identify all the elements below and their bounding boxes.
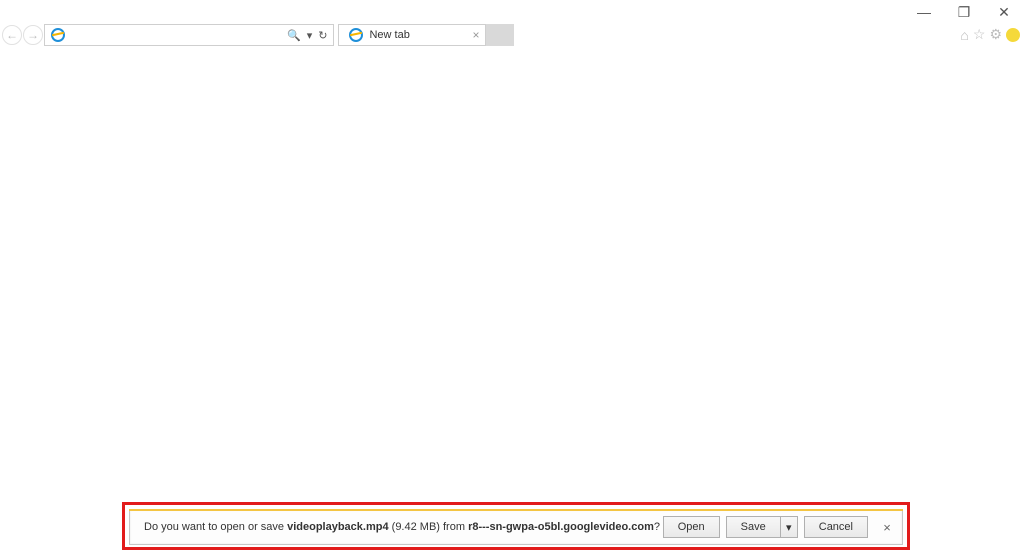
download-suffix: ?: [654, 521, 660, 533]
download-from: from: [443, 521, 468, 533]
download-size: (9.42 MB): [389, 521, 443, 533]
save-button[interactable]: Save: [726, 516, 780, 538]
download-close-icon[interactable]: ×: [878, 520, 896, 535]
minimize-button[interactable]: —: [904, 0, 944, 24]
restore-button[interactable]: ❐: [944, 0, 984, 24]
download-highlight: Do you want to open or save videoplaybac…: [122, 502, 910, 550]
download-host: r8---sn-gwpa-o5bl.googlevideo.com: [468, 521, 654, 533]
new-tab-button[interactable]: [486, 24, 514, 46]
download-actions: Open Save ▾ Cancel ×: [663, 516, 902, 538]
window-controls: — ❐ ✕: [904, 0, 1024, 24]
refresh-icon[interactable]: ↻: [316, 29, 329, 42]
cancel-button[interactable]: Cancel: [804, 516, 868, 538]
save-split-button: Save ▾: [726, 516, 798, 538]
home-icon[interactable]: ⌂: [960, 27, 968, 43]
download-message: Do you want to open or save videoplaybac…: [130, 521, 663, 533]
forward-button[interactable]: →: [23, 25, 43, 45]
back-button[interactable]: ←: [2, 25, 22, 45]
open-button[interactable]: Open: [663, 516, 720, 538]
tab-close-icon[interactable]: ×: [470, 28, 481, 42]
chrome-tools: ⌂ ☆ ⚙: [960, 26, 1020, 43]
favorites-icon[interactable]: ☆: [973, 26, 986, 43]
browser-toolbar: ← → 🔍 ▾ ↻ New tab ×: [0, 22, 1024, 48]
address-controls: 🔍 ▾ ↻: [285, 29, 333, 42]
address-bar[interactable]: 🔍 ▾ ↻: [44, 24, 334, 46]
search-icon[interactable]: 🔍: [285, 29, 303, 42]
address-input[interactable]: [69, 25, 285, 45]
save-dropdown-button[interactable]: ▾: [780, 516, 798, 538]
ie-icon: [51, 28, 65, 42]
tools-icon[interactable]: ⚙: [989, 26, 1002, 43]
download-bar: Do you want to open or save videoplaybac…: [129, 509, 903, 545]
download-prefix: Do you want to open or save: [144, 521, 287, 533]
tab-newtab[interactable]: New tab ×: [338, 24, 486, 46]
download-filename: videoplayback.mp4: [287, 521, 389, 533]
close-button[interactable]: ✕: [984, 0, 1024, 24]
tab-label: New tab: [367, 29, 470, 41]
feedback-icon[interactable]: [1006, 28, 1020, 42]
dropdown-icon[interactable]: ▾: [305, 29, 315, 42]
ie-icon: [349, 28, 363, 42]
